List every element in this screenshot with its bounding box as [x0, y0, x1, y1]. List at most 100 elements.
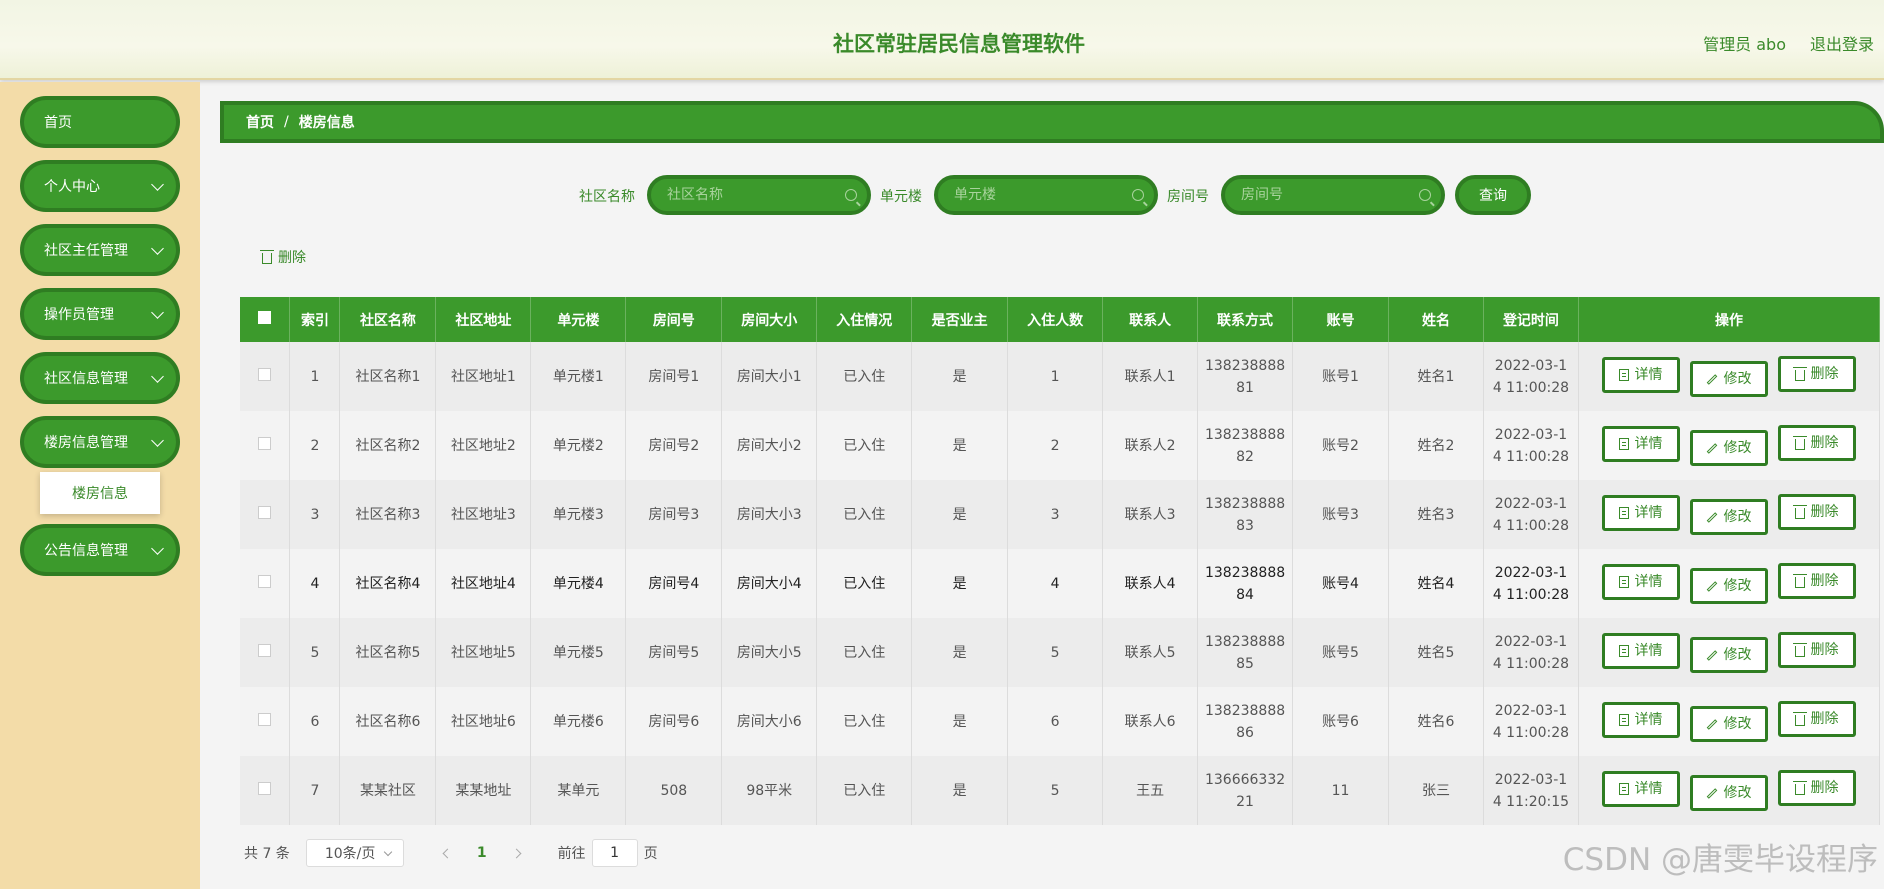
table-row[interactable]: 2 社区名称2 社区地址2 单元楼2 房间号2 房间大小2 已入住是 2 联系人2 1382388…	[240, 411, 1881, 480]
trash-icon	[1793, 366, 1808, 381]
table-cell: 138238888 84	[1197, 549, 1294, 618]
row-checkbox[interactable]	[258, 436, 272, 450]
row-select-cell[interactable]	[240, 480, 291, 549]
document-icon	[1619, 713, 1630, 726]
row-checkbox[interactable]	[258, 367, 272, 381]
edit-button[interactable]: 修改	[1689, 637, 1768, 673]
sidebar-item-building[interactable]: 楼房信息管理	[20, 416, 180, 468]
bulk-delete-button[interactable]: 删除	[260, 247, 306, 267]
unit-label: 单元楼	[880, 189, 922, 205]
table-row[interactable]: 6 社区名称6 社区地址6 单元楼6 房间号6 房间大小6 已入住是 6 联系人6 1382388…	[240, 687, 1881, 756]
table-cell: 已入住	[816, 411, 913, 480]
detail-button[interactable]: 详情	[1601, 356, 1680, 393]
trash-icon	[1793, 711, 1808, 726]
table-row[interactable]: 1 社区名称1 社区地址1 单元楼1 房间号1 房间大小1 已入住是 1 联系人1 1382388…	[240, 342, 1881, 411]
delete-label: 删除	[1810, 780, 1839, 796]
delete-button[interactable]: 删除	[1777, 701, 1856, 737]
select-all-header[interactable]	[240, 297, 291, 342]
table-row[interactable]: 5 社区名称5 社区地址5 单元楼5 房间号5 房间大小5 已入住是 5 联系人5 1382388…	[240, 618, 1881, 687]
column-header: 账号	[1292, 297, 1389, 342]
row-select-cell[interactable]	[240, 687, 291, 756]
sidebar-item-notice[interactable]: 公告信息管理	[20, 524, 180, 576]
table-cell: 是	[911, 687, 1009, 756]
total-count: 共 7 条	[244, 846, 290, 862]
row-checkbox[interactable]	[258, 643, 272, 657]
detail-button[interactable]: 详情	[1601, 494, 1680, 531]
table-cell: 1	[1007, 342, 1104, 411]
watermark: CSDN @唐雯毕设程序	[1562, 842, 1878, 878]
row-checkbox[interactable]	[258, 781, 272, 795]
room-search-input[interactable]	[1225, 179, 1441, 211]
detail-label: 详情	[1634, 573, 1663, 590]
page-size-select[interactable]: 10条/页	[305, 839, 404, 867]
table-cell: 社区名称2	[339, 411, 437, 480]
sidebar-item-operator[interactable]: 操作员管理	[20, 288, 180, 340]
table-row[interactable]: 3 社区名称3 社区地址3 单元楼3 房间号3 房间大小3 已入住是 3 联系人3 1382388…	[240, 480, 1881, 549]
edit-label: 修改	[1723, 440, 1752, 456]
edit-button[interactable]: 修改	[1689, 568, 1768, 604]
row-checkbox[interactable]	[258, 505, 272, 519]
row-select-cell[interactable]	[240, 342, 291, 411]
row-checkbox[interactable]	[258, 712, 272, 726]
table-cell: 王五	[1102, 756, 1199, 825]
table-cell: 已入住	[816, 756, 913, 825]
document-icon	[1619, 437, 1630, 450]
community-search-box[interactable]	[647, 175, 871, 215]
row-select-cell[interactable]	[240, 756, 291, 825]
unit-search-input[interactable]	[938, 179, 1154, 211]
goto-page-input[interactable]: 1	[591, 839, 638, 867]
edit-button[interactable]: 修改	[1689, 706, 1768, 742]
delete-button[interactable]: 删除	[1777, 425, 1856, 461]
row-checkbox[interactable]	[258, 574, 272, 588]
edit-button[interactable]: 修改	[1689, 775, 1768, 811]
table-cell: 2	[1007, 411, 1104, 480]
breadcrumb-home[interactable]: 首页	[246, 112, 274, 132]
sidebar-item-director[interactable]: 社区主任管理	[20, 224, 180, 276]
table-row[interactable]: 7 某某社区 某某地址 某单元 508 98平米 已入住是 5 王五 136666332 21 11…	[240, 756, 1881, 825]
select-all-checkbox[interactable]	[258, 311, 272, 324]
sidebar-item-community[interactable]: 社区信息管理	[20, 352, 180, 404]
table-cell: 社区地址3	[435, 480, 532, 549]
edit-button[interactable]: 修改	[1689, 361, 1768, 397]
delete-button[interactable]: 删除	[1777, 356, 1856, 392]
next-page-icon[interactable]	[511, 848, 522, 858]
logout-link[interactable]: 退出登录	[1810, 31, 1874, 55]
room-search-box[interactable]	[1221, 175, 1445, 215]
row-select-cell[interactable]	[240, 618, 291, 687]
document-icon	[1619, 575, 1630, 588]
table-cell: 已入住	[816, 480, 913, 549]
sidebar-item-profile[interactable]: 个人中心	[20, 160, 180, 212]
community-search-input[interactable]	[651, 179, 867, 211]
row-select-cell[interactable]	[240, 549, 291, 618]
sidebar-item-home[interactable]: 首页	[20, 96, 180, 148]
chevron-down-icon	[151, 542, 164, 555]
top-header: 社区常驻居民信息管理软件 管理员 abo 退出登录	[0, 0, 1884, 80]
edit-button[interactable]: 修改	[1689, 430, 1768, 466]
table-cell: 房间大小5	[721, 618, 818, 687]
delete-button[interactable]: 删除	[1777, 770, 1856, 806]
edit-button[interactable]: 修改	[1689, 499, 1768, 535]
sidebar: 首页 个人中心 社区主任管理 操作员管理 社区信息管理 楼房信息管理 楼房信息 …	[0, 82, 200, 889]
query-button[interactable]: 查询	[1455, 175, 1531, 215]
prev-page-icon[interactable]	[442, 848, 453, 858]
row-select-cell[interactable]	[240, 411, 291, 480]
delete-button[interactable]: 删除	[1777, 494, 1856, 530]
table-cell: 姓名5	[1388, 618, 1484, 687]
unit-search-box[interactable]	[934, 175, 1158, 215]
detail-button[interactable]: 详情	[1601, 563, 1680, 600]
delete-button[interactable]: 删除	[1777, 632, 1856, 668]
sidebar-item-label: 社区主任管理	[44, 243, 128, 259]
actions-cell: 详情 修改 删除	[1578, 756, 1881, 825]
detail-button[interactable]: 详情	[1601, 632, 1680, 669]
detail-button[interactable]: 详情	[1601, 770, 1680, 807]
current-page[interactable]: 1	[477, 845, 487, 861]
table-cell: 3	[1007, 480, 1104, 549]
table-cell: 联系人6	[1102, 687, 1199, 756]
sidebar-subitem-building-info[interactable]: 楼房信息	[40, 472, 160, 514]
table-cell: 某某地址	[435, 756, 532, 825]
table-row[interactable]: 4 社区名称4 社区地址4 单元楼4 房间号4 房间大小4 已入住是 4 联系人4 1382388…	[240, 549, 1881, 618]
detail-button[interactable]: 详情	[1601, 425, 1680, 462]
detail-button[interactable]: 详情	[1601, 701, 1680, 738]
delete-button[interactable]: 删除	[1777, 563, 1856, 599]
current-user[interactable]: 管理员 abo	[1703, 31, 1786, 55]
